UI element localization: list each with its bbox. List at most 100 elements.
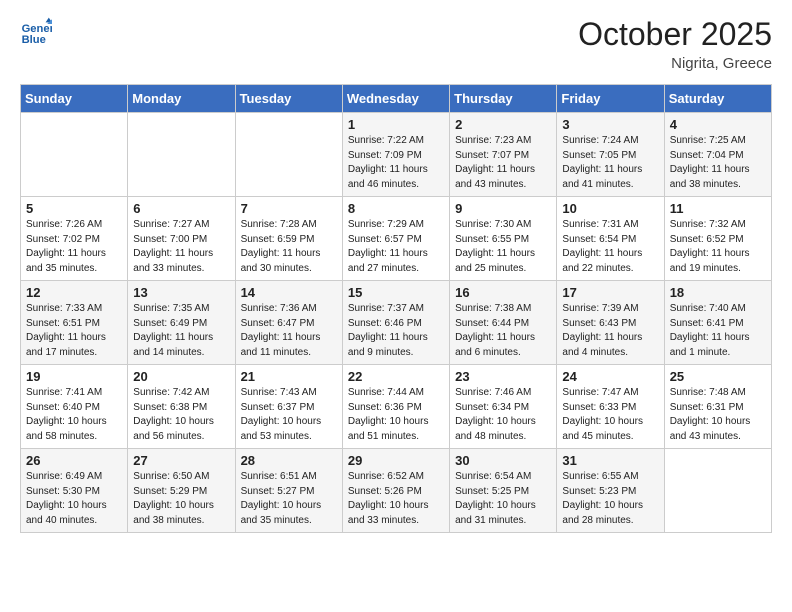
cell-info: Sunrise: 7:36 AM Sunset: 6:47 PM Dayligh… xyxy=(241,302,337,360)
calendar-cell: 5 Sunrise: 7:26 AM Sunset: 7:02 PM Daylig… xyxy=(21,197,128,281)
day-number: 19 xyxy=(26,369,122,384)
calendar-cell: 17Sunrise: 7:39 AM Sunset: 6:43 PM Dayli… xyxy=(557,281,664,365)
cell-info: Sunrise: 6:54 AM Sunset: 5:25 PM Dayligh… xyxy=(455,470,551,528)
day-number: 18 xyxy=(670,285,766,300)
day-number: 14 xyxy=(241,285,337,300)
calendar-week-row: 1 Sunrise: 7:22 AM Sunset: 7:09 PM Daylig… xyxy=(21,113,772,197)
page-header: General Blue October 2025 Nigrita, Greec… xyxy=(20,16,772,72)
cell-info: Sunrise: 7:47 AM Sunset: 6:33 PM Dayligh… xyxy=(562,386,658,444)
logo-icon: General Blue xyxy=(20,16,52,48)
header-monday: Monday xyxy=(128,85,235,113)
cell-info: Sunrise: 6:50 AM Sunset: 5:29 PM Dayligh… xyxy=(133,470,229,528)
calendar-cell: 28 Sunrise: 6:51 AM Sunset: 5:27 PM Dayli… xyxy=(235,449,342,533)
calendar-cell: 15 Sunrise: 7:37 AM Sunset: 6:46 PM Dayli… xyxy=(342,281,449,365)
header-tuesday: Tuesday xyxy=(235,85,342,113)
day-number: 23 xyxy=(455,369,551,384)
cell-info: Sunrise: 7:29 AM Sunset: 6:57 PM Dayligh… xyxy=(348,218,444,276)
day-number: 8 xyxy=(348,201,444,216)
day-number: 26 xyxy=(26,453,122,468)
day-number: 16 xyxy=(455,285,551,300)
cell-info: Sunrise: 7:33 AM Sunset: 6:51 PM Dayligh… xyxy=(26,302,122,360)
cell-info: Sunrise: 7:26 AM Sunset: 7:02 PM Dayligh… xyxy=(26,218,122,276)
month-title: October 2025 xyxy=(578,16,772,53)
calendar-cell: 3 Sunrise: 7:24 AM Sunset: 7:05 PM Daylig… xyxy=(557,113,664,197)
day-number: 27 xyxy=(133,453,229,468)
calendar-cell: 10Sunrise: 7:31 AM Sunset: 6:54 PM Dayli… xyxy=(557,197,664,281)
cell-info: Sunrise: 7:25 AM Sunset: 7:04 PM Dayligh… xyxy=(670,134,766,192)
cell-info: Sunrise: 6:55 AM Sunset: 5:23 PM Dayligh… xyxy=(562,470,658,528)
svg-text:General: General xyxy=(22,23,52,35)
cell-info: Sunrise: 7:43 AM Sunset: 6:37 PM Dayligh… xyxy=(241,386,337,444)
day-number: 20 xyxy=(133,369,229,384)
day-number: 15 xyxy=(348,285,444,300)
calendar-cell: 4 Sunrise: 7:25 AM Sunset: 7:04 PM Daylig… xyxy=(664,113,771,197)
calendar-cell: 6Sunrise: 7:27 AM Sunset: 7:00 PM Daylig… xyxy=(128,197,235,281)
cell-info: Sunrise: 6:52 AM Sunset: 5:26 PM Dayligh… xyxy=(348,470,444,528)
cell-info: Sunrise: 7:22 AM Sunset: 7:09 PM Dayligh… xyxy=(348,134,444,192)
cell-info: Sunrise: 7:41 AM Sunset: 6:40 PM Dayligh… xyxy=(26,386,122,444)
cell-info: Sunrise: 7:23 AM Sunset: 7:07 PM Dayligh… xyxy=(455,134,551,192)
day-number: 2 xyxy=(455,117,551,132)
calendar-cell: 27 Sunrise: 6:50 AM Sunset: 5:29 PM Dayli… xyxy=(128,449,235,533)
calendar-cell: 16Sunrise: 7:38 AM Sunset: 6:44 PM Dayli… xyxy=(450,281,557,365)
calendar-week-row: 19 Sunrise: 7:41 AM Sunset: 6:40 PM Dayli… xyxy=(21,365,772,449)
cell-info: Sunrise: 7:28 AM Sunset: 6:59 PM Dayligh… xyxy=(241,218,337,276)
logo: General Blue xyxy=(20,16,52,48)
calendar-cell xyxy=(664,449,771,533)
svg-text:Blue: Blue xyxy=(22,34,46,46)
day-number: 12 xyxy=(26,285,122,300)
calendar-cell: 7 Sunrise: 7:28 AM Sunset: 6:59 PM Daylig… xyxy=(235,197,342,281)
day-number: 25 xyxy=(670,369,766,384)
day-number: 1 xyxy=(348,117,444,132)
cell-info: Sunrise: 6:51 AM Sunset: 5:27 PM Dayligh… xyxy=(241,470,337,528)
day-number: 31 xyxy=(562,453,658,468)
calendar-cell: 13 Sunrise: 7:35 AM Sunset: 6:49 PM Dayli… xyxy=(128,281,235,365)
calendar-cell xyxy=(21,113,128,197)
day-number: 9 xyxy=(455,201,551,216)
location: Nigrita, Greece xyxy=(578,55,772,72)
cell-info: Sunrise: 7:44 AM Sunset: 6:36 PM Dayligh… xyxy=(348,386,444,444)
calendar-cell: 21 Sunrise: 7:43 AM Sunset: 6:37 PM Dayli… xyxy=(235,365,342,449)
day-number: 4 xyxy=(670,117,766,132)
day-number: 10 xyxy=(562,201,658,216)
calendar-table: Sunday Monday Tuesday Wednesday Thursday… xyxy=(20,84,772,533)
calendar-cell: 26Sunrise: 6:49 AM Sunset: 5:30 PM Dayli… xyxy=(21,449,128,533)
cell-info: Sunrise: 7:40 AM Sunset: 6:41 PM Dayligh… xyxy=(670,302,766,360)
calendar-cell: 31 Sunrise: 6:55 AM Sunset: 5:23 PM Dayli… xyxy=(557,449,664,533)
header-friday: Friday xyxy=(557,85,664,113)
day-number: 28 xyxy=(241,453,337,468)
calendar-cell: 20 Sunrise: 7:42 AM Sunset: 6:38 PM Dayli… xyxy=(128,365,235,449)
calendar-cell: 2 Sunrise: 7:23 AM Sunset: 7:07 PM Daylig… xyxy=(450,113,557,197)
cell-info: Sunrise: 7:32 AM Sunset: 6:52 PM Dayligh… xyxy=(670,218,766,276)
cell-info: Sunrise: 7:24 AM Sunset: 7:05 PM Dayligh… xyxy=(562,134,658,192)
cell-info: Sunrise: 7:42 AM Sunset: 6:38 PM Dayligh… xyxy=(133,386,229,444)
cell-info: Sunrise: 7:46 AM Sunset: 6:34 PM Dayligh… xyxy=(455,386,551,444)
cell-info: Sunrise: 7:37 AM Sunset: 6:46 PM Dayligh… xyxy=(348,302,444,360)
day-number: 21 xyxy=(241,369,337,384)
calendar-cell: 11Sunrise: 7:32 AM Sunset: 6:52 PM Dayli… xyxy=(664,197,771,281)
weekday-header-row: Sunday Monday Tuesday Wednesday Thursday… xyxy=(21,85,772,113)
day-number: 29 xyxy=(348,453,444,468)
day-number: 22 xyxy=(348,369,444,384)
calendar-cell xyxy=(128,113,235,197)
calendar-cell: 12 Sunrise: 7:33 AM Sunset: 6:51 PM Dayli… xyxy=(21,281,128,365)
calendar-cell: 8 Sunrise: 7:29 AM Sunset: 6:57 PM Daylig… xyxy=(342,197,449,281)
calendar-cell: 1 Sunrise: 7:22 AM Sunset: 7:09 PM Daylig… xyxy=(342,113,449,197)
calendar-cell: 14 Sunrise: 7:36 AM Sunset: 6:47 PM Dayli… xyxy=(235,281,342,365)
day-number: 30 xyxy=(455,453,551,468)
cell-info: Sunrise: 7:30 AM Sunset: 6:55 PM Dayligh… xyxy=(455,218,551,276)
day-number: 17 xyxy=(562,285,658,300)
calendar-cell: 30 Sunrise: 6:54 AM Sunset: 5:25 PM Dayli… xyxy=(450,449,557,533)
cell-info: Sunrise: 7:35 AM Sunset: 6:49 PM Dayligh… xyxy=(133,302,229,360)
calendar-page: General Blue October 2025 Nigrita, Greec… xyxy=(0,0,792,553)
calendar-week-row: 26Sunrise: 6:49 AM Sunset: 5:30 PM Dayli… xyxy=(21,449,772,533)
day-number: 7 xyxy=(241,201,337,216)
day-number: 13 xyxy=(133,285,229,300)
day-number: 6 xyxy=(133,201,229,216)
calendar-cell: 22 Sunrise: 7:44 AM Sunset: 6:36 PM Dayli… xyxy=(342,365,449,449)
calendar-cell: 19 Sunrise: 7:41 AM Sunset: 6:40 PM Dayli… xyxy=(21,365,128,449)
header-sunday: Sunday xyxy=(21,85,128,113)
header-saturday: Saturday xyxy=(664,85,771,113)
day-number: 5 xyxy=(26,201,122,216)
day-number: 3 xyxy=(562,117,658,132)
